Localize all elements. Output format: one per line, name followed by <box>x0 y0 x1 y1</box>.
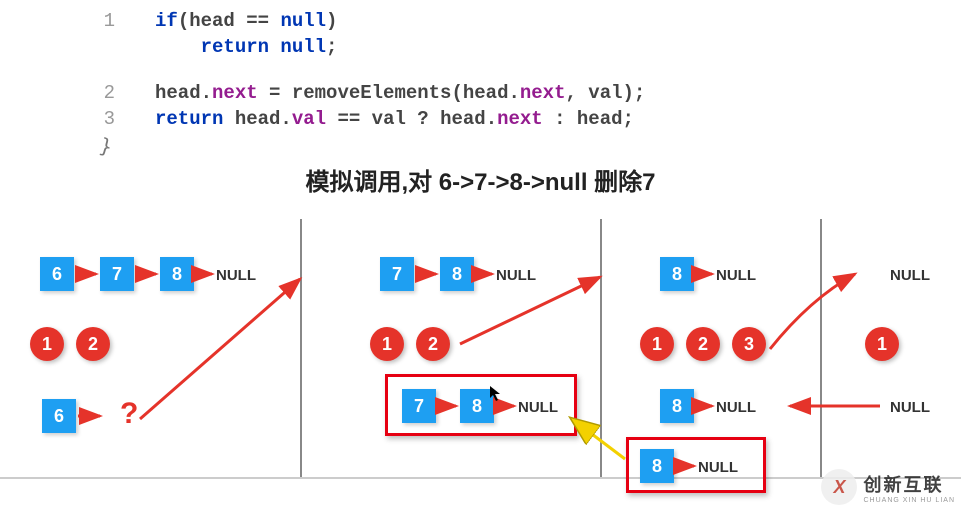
list-node: 6 <box>40 257 74 291</box>
panel-separator <box>300 219 302 477</box>
list-node: 8 <box>660 389 694 423</box>
null-label: NULL <box>716 399 756 416</box>
list-node: 8 <box>660 257 694 291</box>
step-badge: 3 <box>732 327 766 361</box>
null-label: NULL <box>496 267 536 284</box>
brand-logo-icon: X <box>821 469 857 505</box>
line-number: 3 <box>0 106 155 132</box>
step-badge: 1 <box>640 327 674 361</box>
step-badge: 2 <box>686 327 720 361</box>
line-number: 2 <box>0 80 155 106</box>
code-text: head.next = removeElements(head.next, va… <box>155 80 645 106</box>
brand-subtitle: CHUANG XIN HU LIAN <box>863 497 955 504</box>
list-node: 7 <box>380 257 414 291</box>
null-label: NULL <box>890 267 930 284</box>
null-label: NULL <box>716 267 756 284</box>
list-node: 8 <box>640 449 674 483</box>
watermark: X 创新互联 CHUANG XIN HU LIAN <box>821 469 955 505</box>
question-mark: ? <box>120 397 138 431</box>
step-badge: 1 <box>370 327 404 361</box>
line-number: 1 <box>0 8 155 34</box>
step-badge: 1 <box>865 327 899 361</box>
step-badge: 1 <box>30 327 64 361</box>
code-block: 1 if(head == null) return null; 2 head.n… <box>0 0 961 132</box>
code-text: return null; <box>155 34 337 60</box>
null-label: NULL <box>890 399 930 416</box>
brand-name: 创新互联 <box>863 471 955 497</box>
null-label: NULL <box>698 459 738 476</box>
recursion-panels: 6 7 8 NULL 1 2 6 ? 7 8 NULL 1 2 7 8 NULL… <box>0 219 961 479</box>
text-cursor-glyph: } <box>97 133 115 159</box>
list-node: 6 <box>42 399 76 433</box>
list-node: 8 <box>160 257 194 291</box>
panel-separator <box>820 219 822 477</box>
diagram-title: 模拟调用,对 6->7->8->null 删除7 <box>0 162 961 197</box>
code-text: if(head == null) <box>155 8 337 34</box>
list-node: 8 <box>440 257 474 291</box>
code-text: return head.val == val ? head.next : hea… <box>155 106 634 132</box>
list-node: 8 <box>460 389 494 423</box>
step-badge: 2 <box>76 327 110 361</box>
arrows-overlay <box>0 219 961 499</box>
step-badge: 2 <box>416 327 450 361</box>
list-node: 7 <box>100 257 134 291</box>
list-node: 7 <box>402 389 436 423</box>
null-label: NULL <box>216 267 256 284</box>
null-label: NULL <box>518 399 558 416</box>
panel-separator <box>600 219 602 477</box>
